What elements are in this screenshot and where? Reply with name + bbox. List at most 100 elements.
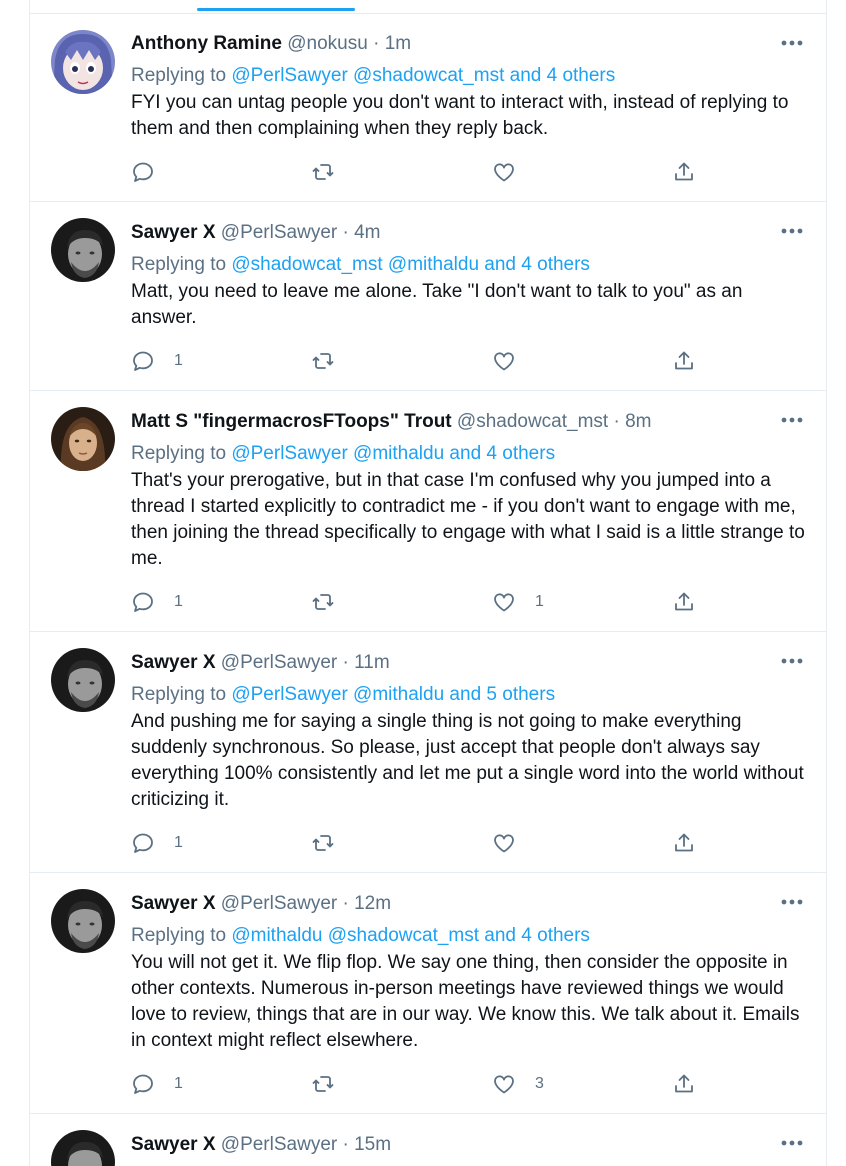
tweet-actions: 1 3	[131, 1071, 693, 1097]
replying-to: Replying to @mithaldu @shadowcat_mst and…	[131, 924, 808, 948]
timestamp[interactable]: 1m	[385, 33, 411, 54]
timestamp[interactable]: 11m	[354, 652, 390, 673]
author-handle[interactable]: @PerlSawyer	[221, 893, 337, 914]
person-avatar-longhair-icon	[51, 407, 115, 471]
replying-to-link[interactable]: @shadowcat_mst @mithaldu and 4 others	[231, 254, 590, 275]
share-button[interactable]	[672, 589, 696, 615]
retweet-button[interactable]	[311, 1071, 335, 1097]
tweet-actions: 1	[131, 830, 693, 856]
separator-dot: ·	[342, 1134, 349, 1155]
share-icon	[675, 592, 693, 611]
tweet-header: Sawyer X @PerlSawyer · 4m	[131, 221, 808, 245]
reply-count: 1	[174, 593, 183, 610]
avatar[interactable]	[51, 889, 115, 953]
replying-to: Replying to @PerlSawyer @mithaldu and 5 …	[131, 683, 808, 707]
reply-icon	[133, 592, 153, 612]
tweet-header: Sawyer X @PerlSawyer · 11m	[131, 651, 808, 675]
replying-to: Replying to @shadowcat_mst @mithaldu and…	[131, 253, 808, 277]
author-name[interactable]: Anthony Ramine	[131, 33, 282, 54]
author-handle[interactable]: @nokusu	[287, 33, 368, 54]
tweet[interactable]: Sawyer X @PerlSawyer · 4m Replying to @s…	[30, 202, 826, 391]
avatar[interactable]	[51, 218, 115, 282]
timestamp[interactable]: 8m	[625, 411, 651, 432]
like-button[interactable]	[492, 159, 535, 185]
reply-icon	[133, 1074, 153, 1094]
author-handle[interactable]: @shadowcat_mst	[457, 411, 608, 432]
timestamp[interactable]: 15m	[354, 1134, 391, 1155]
author-name[interactable]: Sawyer X	[131, 1134, 216, 1155]
avatar[interactable]	[51, 1130, 115, 1166]
avatar[interactable]	[51, 648, 115, 712]
replying-to-prefix: Replying to	[131, 684, 227, 705]
timestamp[interactable]: 12m	[354, 893, 391, 914]
tweet[interactable]: Sawyer X @PerlSawyer · 12m Replying to @…	[30, 873, 826, 1114]
tweet[interactable]: Anthony Ramine @nokusu · 1m Replying to …	[30, 14, 826, 202]
author-name[interactable]: Sawyer X	[131, 652, 216, 673]
tweet[interactable]: Matt S "fingermacrosFToops" Trout @shado…	[30, 391, 826, 632]
separator-dot: ·	[342, 893, 349, 914]
tweet-text: FYI you can untag people you don't want …	[131, 92, 789, 139]
tweet[interactable]: Sawyer X @PerlSawyer · 15m	[30, 1114, 826, 1166]
author-handle[interactable]: @PerlSawyer	[221, 222, 337, 243]
tweet-text: Matt, you need to leave me alone. Take "…	[131, 281, 743, 328]
replying-to-link[interactable]: @PerlSawyer @mithaldu and 4 others	[231, 443, 555, 464]
replying-to-prefix: Replying to	[131, 925, 227, 946]
heart-icon	[494, 163, 514, 182]
replying-to-prefix: Replying to	[131, 254, 227, 275]
tweet[interactable]: Sawyer X @PerlSawyer · 11m Replying to @…	[30, 632, 826, 873]
reply-button[interactable]: 1	[131, 830, 183, 856]
author-name[interactable]: Matt S "fingermacrosFToops" Trout	[131, 411, 452, 432]
reply-button[interactable]: 1	[131, 589, 183, 615]
separator-dot: ·	[373, 33, 380, 54]
like-button[interactable]	[492, 348, 535, 374]
author-handle[interactable]: @PerlSawyer	[221, 652, 337, 673]
avatar[interactable]	[51, 407, 115, 471]
reply-icon	[133, 833, 153, 853]
heart-icon	[494, 834, 514, 853]
timestamp[interactable]: 4m	[354, 222, 380, 243]
reply-button[interactable]: 1	[131, 348, 183, 374]
like-count: 3	[535, 1075, 544, 1092]
replying-to-link[interactable]: @PerlSawyer @mithaldu and 5 others	[231, 684, 555, 705]
retweet-button[interactable]	[311, 589, 335, 615]
replying-to-link[interactable]: @mithaldu @shadowcat_mst and 4 others	[231, 925, 590, 946]
anime-avatar-icon	[51, 30, 115, 94]
tweet-timeline: Anthony Ramine @nokusu · 1m Replying to …	[29, 0, 827, 1166]
heart-icon	[494, 593, 514, 612]
like-button[interactable]: 1	[492, 589, 544, 615]
reply-count: 1	[174, 352, 183, 369]
share-button[interactable]	[672, 1071, 696, 1097]
retweet-button[interactable]	[311, 348, 335, 374]
heart-icon	[494, 1075, 514, 1094]
author-handle[interactable]: @PerlSawyer	[221, 1134, 337, 1155]
reply-count: 1	[174, 834, 183, 851]
separator-dot: ·	[342, 652, 349, 673]
replying-to-link[interactable]: @PerlSawyer @shadowcat_mst and 4 others	[231, 65, 615, 86]
share-icon	[675, 162, 693, 181]
share-icon	[675, 351, 693, 370]
reply-button[interactable]: 1	[131, 1071, 183, 1097]
share-button[interactable]	[672, 830, 696, 856]
tweet-actions	[131, 159, 693, 185]
retweet-button[interactable]	[311, 830, 335, 856]
heart-icon	[494, 352, 514, 371]
tweet-header: Sawyer X @PerlSawyer · 12m	[131, 892, 808, 916]
reply-button[interactable]	[131, 159, 174, 185]
tweet-text: And pushing me for saying a single thing…	[131, 711, 804, 810]
retweet-icon	[312, 835, 334, 851]
person-avatar-icon	[51, 889, 115, 953]
author-name[interactable]: Sawyer X	[131, 893, 216, 914]
avatar[interactable]	[51, 30, 115, 94]
share-button[interactable]	[672, 348, 696, 374]
tweet-header: Sawyer X @PerlSawyer · 15m	[131, 1133, 808, 1157]
like-button[interactable]: 3	[492, 1071, 544, 1097]
replying-to: Replying to @PerlSawyer @mithaldu and 4 …	[131, 442, 808, 466]
retweet-button[interactable]	[311, 159, 335, 185]
reply-icon	[133, 162, 153, 182]
tweet-text: You will not get it. We flip flop. We sa…	[131, 952, 800, 1051]
share-button[interactable]	[672, 159, 696, 185]
share-icon	[675, 1074, 693, 1093]
like-button[interactable]	[492, 830, 535, 856]
share-icon	[675, 833, 693, 852]
author-name[interactable]: Sawyer X	[131, 222, 216, 243]
